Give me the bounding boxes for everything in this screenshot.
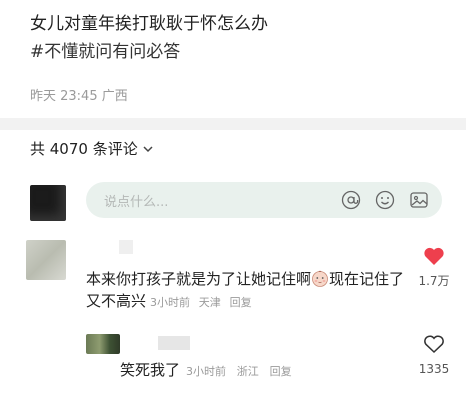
comment-body[interactable]: 本来你打孩子就是为了让她记住啊 现在记住了又不高兴 3小时前 天津 回复	[86, 268, 408, 314]
heart-filled-icon	[423, 247, 445, 270]
image-icon[interactable]	[408, 189, 430, 211]
reply-location: 浙江	[236, 365, 259, 378]
reply-time: 3小时前	[186, 365, 227, 378]
comment-time: 3小时前	[150, 296, 191, 309]
at-icon[interactable]	[340, 189, 362, 211]
like-count: 1.7万	[418, 274, 450, 288]
reply-avatar[interactable]	[86, 334, 120, 354]
reply-button[interactable]: 回复	[270, 365, 292, 378]
baby-face-emoji	[311, 269, 329, 287]
like-button[interactable]: 1335	[416, 334, 452, 376]
commenter-avatar[interactable]	[26, 240, 66, 280]
comment-input[interactable]: 说点什么...	[86, 182, 442, 218]
reply-button[interactable]: 回复	[230, 296, 252, 309]
post-meta: 昨天 23:45 广西	[30, 89, 128, 104]
reply-text: 笑死我了	[120, 361, 181, 379]
section-divider	[0, 118, 466, 130]
comment-location: 天津	[198, 296, 221, 309]
post-title: 女儿对童年挨打耿耿于怀怎么办	[30, 14, 268, 34]
post-hashtag[interactable]: #不懂就问有问必答	[30, 40, 180, 64]
current-user-avatar	[30, 185, 66, 221]
commenter-name[interactable]	[119, 240, 133, 254]
like-button[interactable]: 1.7万	[416, 246, 452, 289]
comment-text: 本来你打孩子就是为了让她记住啊	[86, 270, 312, 288]
chevron-down-icon	[141, 142, 155, 156]
reply-author-name[interactable]	[158, 336, 190, 350]
comment-count-toggle[interactable]: 共 4070 条评论	[30, 138, 155, 159]
comment-count: 共 4070 条评论	[30, 140, 138, 158]
comment-input-placeholder: 说点什么...	[104, 194, 169, 210]
like-count: 1335	[418, 362, 450, 376]
heart-outline-icon	[423, 335, 445, 358]
reply-body[interactable]: 笑死我了 3小时前 浙江 回复	[120, 359, 292, 380]
smile-icon[interactable]	[374, 189, 396, 211]
